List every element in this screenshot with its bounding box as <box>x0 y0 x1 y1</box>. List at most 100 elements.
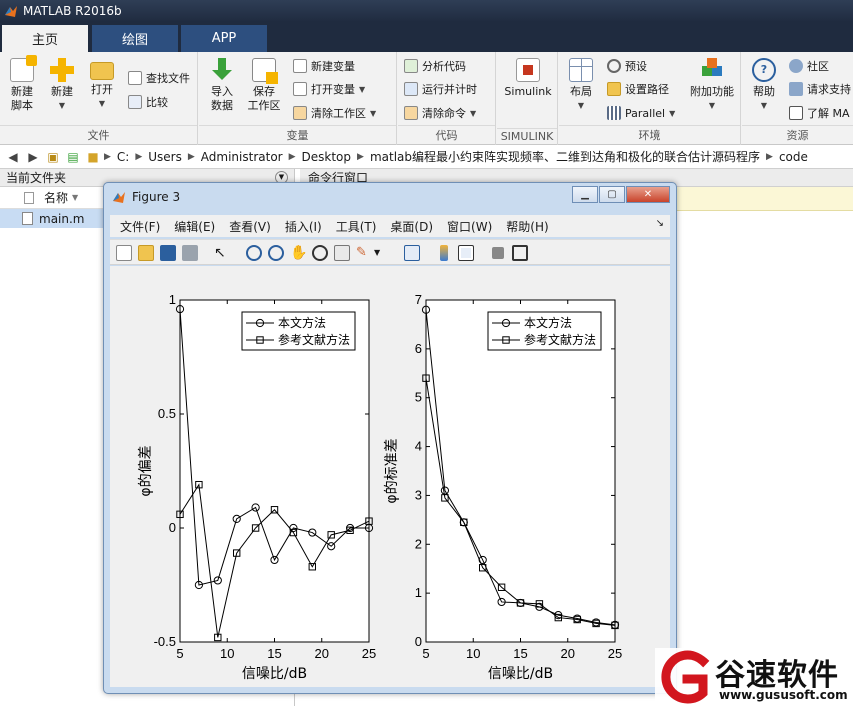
zoom-out-icon[interactable] <box>268 245 284 261</box>
link-plot-icon[interactable] <box>404 245 420 261</box>
gear-icon <box>607 59 621 73</box>
preferences-button[interactable]: 预设 <box>607 56 647 76</box>
new-variable-button[interactable]: 新建变量 <box>293 56 355 76</box>
open-variable-dropdown-icon[interactable]: ▼ <box>359 85 365 94</box>
help-dropdown-icon[interactable]: ▼ <box>744 99 784 113</box>
layout-button[interactable]: 布局 ▼ <box>561 56 601 113</box>
forward-arrow-icon[interactable]: ▶ <box>24 150 42 164</box>
legend-entry: 本文方法 <box>278 315 326 330</box>
x-axis-label: 信噪比/dB <box>242 666 307 682</box>
address-bar[interactable]: ◀ ▶ ▣ ▤ ■ ▶ C: ▶ Users ▶ Administrator ▶… <box>0 145 853 169</box>
compare-label: 比较 <box>146 96 168 109</box>
path-segment[interactable]: C: <box>117 150 129 164</box>
tab-home[interactable]: 主页 <box>2 25 88 52</box>
maximize-icon[interactable]: ▢ <box>599 186 625 203</box>
rotate-3d-icon[interactable] <box>312 245 328 261</box>
menu-desktop[interactable]: 桌面(D) <box>390 218 433 235</box>
analyze-code-icon <box>404 59 418 73</box>
path-separator-icon: ▶ <box>104 151 111 162</box>
addons-dropdown-icon[interactable]: ▼ <box>685 99 739 113</box>
clear-workspace-button[interactable]: 清除工作区 ▼ <box>293 103 376 123</box>
figure-canvas[interactable]: 5 10 15 20 25 -0.5 0 0.5 1 信噪比/dB φ的偏差 本文方法 参考文献方法 5 1… <box>110 266 670 687</box>
menu-edit[interactable]: 编辑(E) <box>174 218 215 235</box>
compare-button[interactable]: 比较 <box>128 92 168 112</box>
set-path-button[interactable]: 设置路径 <box>607 79 669 99</box>
simulink-label: Simulink <box>504 85 552 98</box>
save-icon[interactable] <box>160 245 176 261</box>
open-button[interactable]: 打开 ▼ <box>82 56 122 111</box>
learn-matlab-button[interactable]: 了解 MA <box>789 103 850 123</box>
community-button[interactable]: 社区 <box>789 56 829 76</box>
path-segment[interactable]: Desktop <box>302 150 352 164</box>
back-arrow-icon[interactable]: ◀ <box>4 150 22 164</box>
find-files-button[interactable]: 查找文件 <box>128 68 190 88</box>
up-folder-icon[interactable]: ▣ <box>44 150 62 164</box>
data-cursor-icon[interactable] <box>334 245 350 261</box>
figure-window[interactable]: Figure 3 ▁ ▢ ✕ 文件(F) 编辑(E) 查看(V) 插入(I) 工… <box>103 182 677 694</box>
path-segment[interactable]: Users <box>148 150 182 164</box>
analyze-code-button[interactable]: 分析代码 <box>404 56 466 76</box>
menu-help[interactable]: 帮助(H) <box>506 218 548 235</box>
new-figure-icon[interactable] <box>116 245 132 261</box>
y-tick-label: 6 <box>415 341 422 356</box>
import-data-button[interactable]: 导入 数据 <box>202 56 242 113</box>
print-icon[interactable] <box>182 245 198 261</box>
new-script-button[interactable]: 新建 脚本 <box>2 55 42 113</box>
menu-window[interactable]: 窗口(W) <box>447 218 492 235</box>
menubar-overflow-icon[interactable]: ↘ <box>656 218 664 229</box>
addons-button[interactable]: 附加功能 ▼ <box>685 56 739 113</box>
menu-insert[interactable]: 插入(I) <box>285 218 322 235</box>
help-button[interactable]: ? 帮助 ▼ <box>744 56 784 113</box>
figure-titlebar[interactable]: Figure 3 ▁ ▢ ✕ <box>104 183 676 211</box>
close-icon[interactable]: ✕ <box>626 186 670 203</box>
brush-icon[interactable]: ✎ <box>356 245 372 261</box>
ribbon-tabstrip: 主页 绘图 APP <box>0 22 853 52</box>
clear-workspace-dropdown-icon[interactable]: ▼ <box>370 109 376 118</box>
brush-dropdown-icon[interactable]: ▼ <box>374 245 382 261</box>
run-and-time-button[interactable]: 运行并计时 <box>404 79 477 99</box>
legend-icon[interactable] <box>458 245 474 261</box>
menu-file[interactable]: 文件(F) <box>120 218 160 235</box>
y-tick-label: 0 <box>169 520 176 535</box>
open-file-icon[interactable] <box>138 245 154 261</box>
matlab-logo-icon <box>113 192 125 203</box>
path-segment[interactable]: matlab编程最小约束阵实现频率、二维到达角和极化的联合估计源码程序 <box>370 148 760 165</box>
clear-commands-dropdown-icon[interactable]: ▼ <box>470 109 476 118</box>
x-tick-label: 15 <box>267 646 281 661</box>
layout-dropdown-icon[interactable]: ▼ <box>561 99 601 113</box>
path-segment[interactable]: code <box>779 150 808 164</box>
zoom-in-icon[interactable] <box>246 245 262 261</box>
watermark: 谷速软件 www.gususoft.com <box>655 648 853 706</box>
tab-apps[interactable]: APP <box>181 25 267 52</box>
request-support-button[interactable]: 请求支持 <box>789 79 851 99</box>
save-workspace-button[interactable]: 保存 工作区 <box>244 56 284 113</box>
hide-plot-tools-icon[interactable] <box>492 247 504 259</box>
pointer-icon[interactable]: ↖ <box>214 245 230 261</box>
x-tick-label: 10 <box>466 646 480 661</box>
folder-icon <box>90 62 114 80</box>
browse-folder-icon[interactable]: ▤ <box>64 150 82 164</box>
x-tick-label: 15 <box>513 646 527 661</box>
show-plot-tools-icon[interactable] <box>512 245 528 261</box>
path-segment[interactable]: Administrator <box>201 150 283 164</box>
axes-box <box>425 299 616 643</box>
plot-area[interactable]: 5 10 15 20 25-0.500.51信噪比/dBφ的偏差本文方法参考文献方法5 1… <box>110 266 670 687</box>
colorbar-icon[interactable] <box>440 245 448 261</box>
parallel-dropdown-icon[interactable]: ▼ <box>669 109 675 118</box>
parallel-button[interactable]: Parallel ▼ <box>607 103 675 123</box>
simulink-button[interactable]: Simulink <box>501 56 555 99</box>
open-dropdown-icon[interactable]: ▼ <box>82 97 122 111</box>
clear-commands-button[interactable]: 清除命令 ▼ <box>404 103 476 123</box>
sort-arrow-icon[interactable]: ▼ <box>72 193 78 202</box>
minimize-icon[interactable]: ▁ <box>572 186 598 203</box>
file-name: main.m <box>39 211 85 226</box>
new-dropdown-icon[interactable]: ▼ <box>42 99 82 113</box>
new-button[interactable]: 新建 ▼ <box>42 56 82 113</box>
ribbon-group-variable: 导入 数据 保存 工作区 新建变量 打开变量 ▼ 清除工作区 ▼ 变量 <box>199 52 397 145</box>
pan-hand-icon[interactable]: ✋ <box>290 245 307 261</box>
open-variable-icon <box>293 82 307 96</box>
open-variable-button[interactable]: 打开变量 ▼ <box>293 79 365 99</box>
tab-plots[interactable]: 绘图 <box>92 25 178 52</box>
menu-tools[interactable]: 工具(T) <box>336 218 377 235</box>
menu-view[interactable]: 查看(V) <box>229 218 271 235</box>
